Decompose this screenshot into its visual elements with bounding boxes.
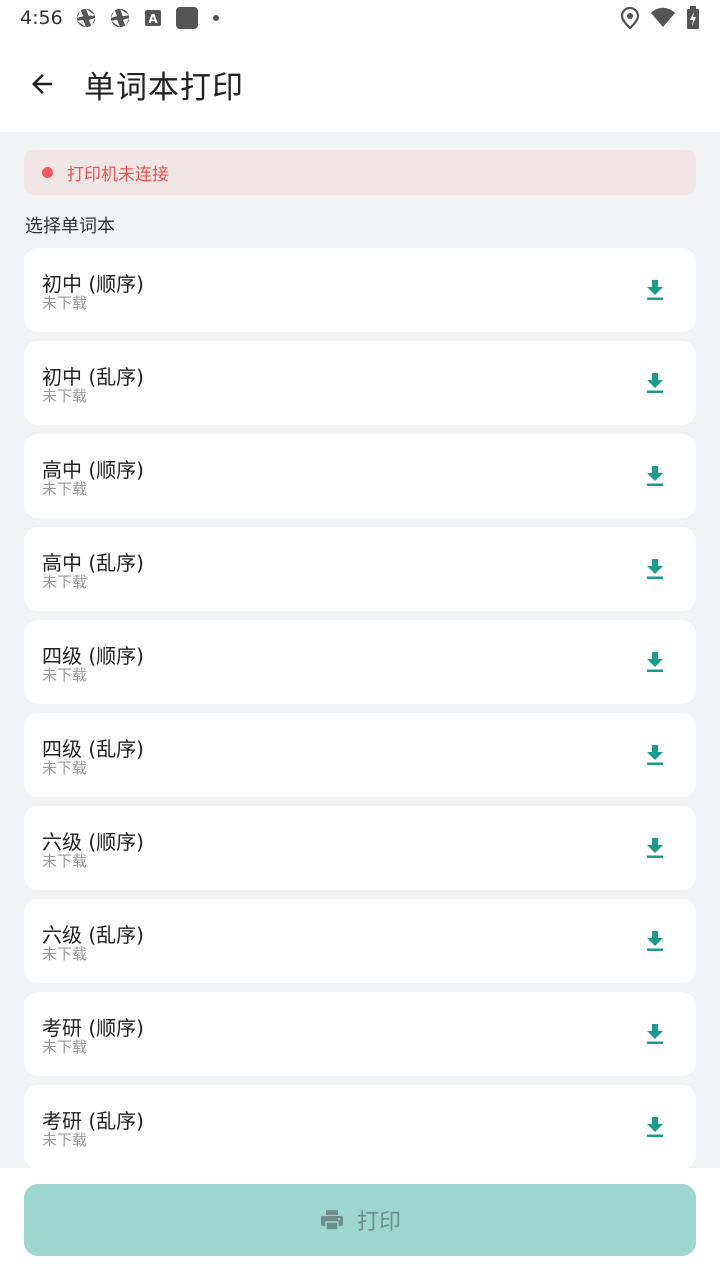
wordbook-status: 未下载 xyxy=(42,759,88,777)
wordbook-status: 未下载 xyxy=(42,480,88,498)
download-icon xyxy=(647,280,663,300)
wordbook-status: 未下载 xyxy=(42,1131,88,1149)
printer-icon xyxy=(320,1210,343,1231)
download-button[interactable] xyxy=(642,556,668,582)
wordbook-item[interactable]: 四级 (乱序) 未下载 xyxy=(24,713,696,797)
wordbook-list: 初中 (顺序) 未下载 初中 (乱序) 未下载 高中 (顺序) 未下载 高中 (… xyxy=(24,248,696,1178)
svg-text:A: A xyxy=(148,12,158,26)
square-icon xyxy=(175,6,199,30)
status-right-icons xyxy=(620,6,700,30)
battery-charging-icon xyxy=(686,6,700,30)
download-button[interactable] xyxy=(642,277,668,303)
status-time: 4:56 xyxy=(20,7,63,29)
download-icon xyxy=(647,1024,663,1044)
download-button[interactable] xyxy=(642,463,668,489)
wordbook-status: 未下载 xyxy=(42,1038,88,1056)
wordbook-item[interactable]: 四级 (顺序) 未下载 xyxy=(24,620,696,704)
download-button[interactable] xyxy=(642,1114,668,1140)
wordbook-status: 未下载 xyxy=(42,573,88,591)
arrow-left-icon xyxy=(32,74,52,94)
wordbook-status: 未下载 xyxy=(42,945,88,963)
wordbook-item[interactable]: 高中 (乱序) 未下载 xyxy=(24,527,696,611)
wordbook-status: 未下载 xyxy=(42,294,88,312)
download-button[interactable] xyxy=(642,649,668,675)
download-icon xyxy=(647,652,663,672)
wordbook-item[interactable]: 初中 (乱序) 未下载 xyxy=(24,341,696,425)
download-icon xyxy=(647,1117,663,1137)
shutter-icon xyxy=(75,7,97,29)
download-button[interactable] xyxy=(642,928,668,954)
wordbook-status: 未下载 xyxy=(42,387,88,405)
page-title: 单词本打印 xyxy=(84,69,244,106)
download-button[interactable] xyxy=(642,835,668,861)
wordbook-item[interactable]: 初中 (顺序) 未下载 xyxy=(24,248,696,332)
download-button[interactable] xyxy=(642,370,668,396)
download-icon xyxy=(647,373,663,393)
wordbook-item[interactable]: 六级 (顺序) 未下载 xyxy=(24,806,696,890)
download-icon xyxy=(647,466,663,486)
status-bar: 4:56 A xyxy=(0,0,720,36)
alert-text: 打印机未连接 xyxy=(67,165,169,185)
status-left-icons: A xyxy=(75,6,221,30)
printer-status-alert: 打印机未连接 xyxy=(24,150,696,195)
shutter-icon xyxy=(109,7,131,29)
back-button[interactable] xyxy=(22,64,62,104)
download-button[interactable] xyxy=(642,1021,668,1047)
location-icon xyxy=(620,7,640,29)
wordbook-status: 未下载 xyxy=(42,852,88,870)
download-button[interactable] xyxy=(642,742,668,768)
download-icon xyxy=(647,838,663,858)
wordbook-item[interactable]: 考研 (乱序) 未下载 xyxy=(24,1085,696,1169)
download-icon xyxy=(647,559,663,579)
download-icon xyxy=(647,745,663,765)
bottom-bar: 打印 xyxy=(0,1168,720,1280)
print-button-label: 打印 xyxy=(356,1210,401,1235)
app-bar: 单词本打印 xyxy=(0,36,720,132)
wordbook-item[interactable]: 六级 (乱序) 未下载 xyxy=(24,899,696,983)
download-icon xyxy=(647,931,663,951)
status-dot xyxy=(42,167,53,178)
wordbook-item[interactable]: 考研 (顺序) 未下载 xyxy=(24,992,696,1076)
section-label: 选择单词本 xyxy=(25,216,115,237)
dot-icon xyxy=(211,13,221,23)
wifi-icon xyxy=(650,7,676,29)
wordbook-status: 未下载 xyxy=(42,666,88,684)
print-button[interactable]: 打印 xyxy=(24,1184,696,1256)
wordbook-item[interactable]: 高中 (顺序) 未下载 xyxy=(24,434,696,518)
a-square-icon: A xyxy=(143,8,163,28)
